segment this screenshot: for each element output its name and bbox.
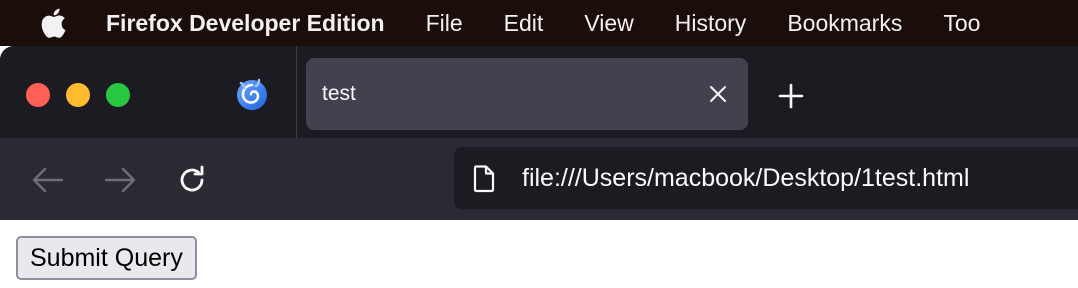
menu-file[interactable]: File — [426, 10, 463, 37]
menu-edit[interactable]: Edit — [504, 10, 544, 37]
menu-tools[interactable]: Too — [943, 10, 980, 37]
arrow-left-icon[interactable] — [30, 162, 66, 198]
window-close-button[interactable] — [26, 83, 50, 107]
plus-icon[interactable] — [776, 81, 806, 111]
url-text[interactable]: file:///Users/macbook/Desktop/1test.html — [522, 164, 969, 193]
screen: Firefox Developer Edition File Edit View… — [0, 0, 1078, 288]
arrow-right-icon[interactable] — [102, 162, 138, 198]
apple-logo-icon[interactable] — [40, 8, 68, 38]
app-name[interactable]: Firefox Developer Edition — [106, 10, 385, 37]
window-minimize-button[interactable] — [66, 83, 90, 107]
firefox-logo-icon[interactable] — [235, 77, 269, 111]
menu-bar: Firefox Developer Edition File Edit View… — [0, 0, 1078, 46]
close-icon[interactable] — [706, 82, 730, 106]
tab-test[interactable]: test — [306, 58, 748, 130]
menu-history[interactable]: History — [675, 10, 747, 37]
page-content: Submit Query — [0, 220, 1078, 288]
reload-icon[interactable] — [174, 162, 210, 198]
navigation-toolbar: file:///Users/macbook/Desktop/1test.html — [0, 138, 1078, 220]
tab-strip: test — [0, 46, 1078, 138]
menu-bookmarks[interactable]: Bookmarks — [787, 10, 902, 37]
tab-title: test — [322, 82, 356, 105]
tab-divider — [296, 46, 297, 138]
url-bar[interactable]: file:///Users/macbook/Desktop/1test.html — [454, 147, 1078, 209]
document-icon — [472, 165, 496, 193]
window-zoom-button[interactable] — [106, 83, 130, 107]
submit-query-button[interactable]: Submit Query — [16, 236, 197, 280]
menu-view[interactable]: View — [584, 10, 633, 37]
browser-window: test file:///Users/macbook/Desktop/1test… — [0, 46, 1078, 220]
